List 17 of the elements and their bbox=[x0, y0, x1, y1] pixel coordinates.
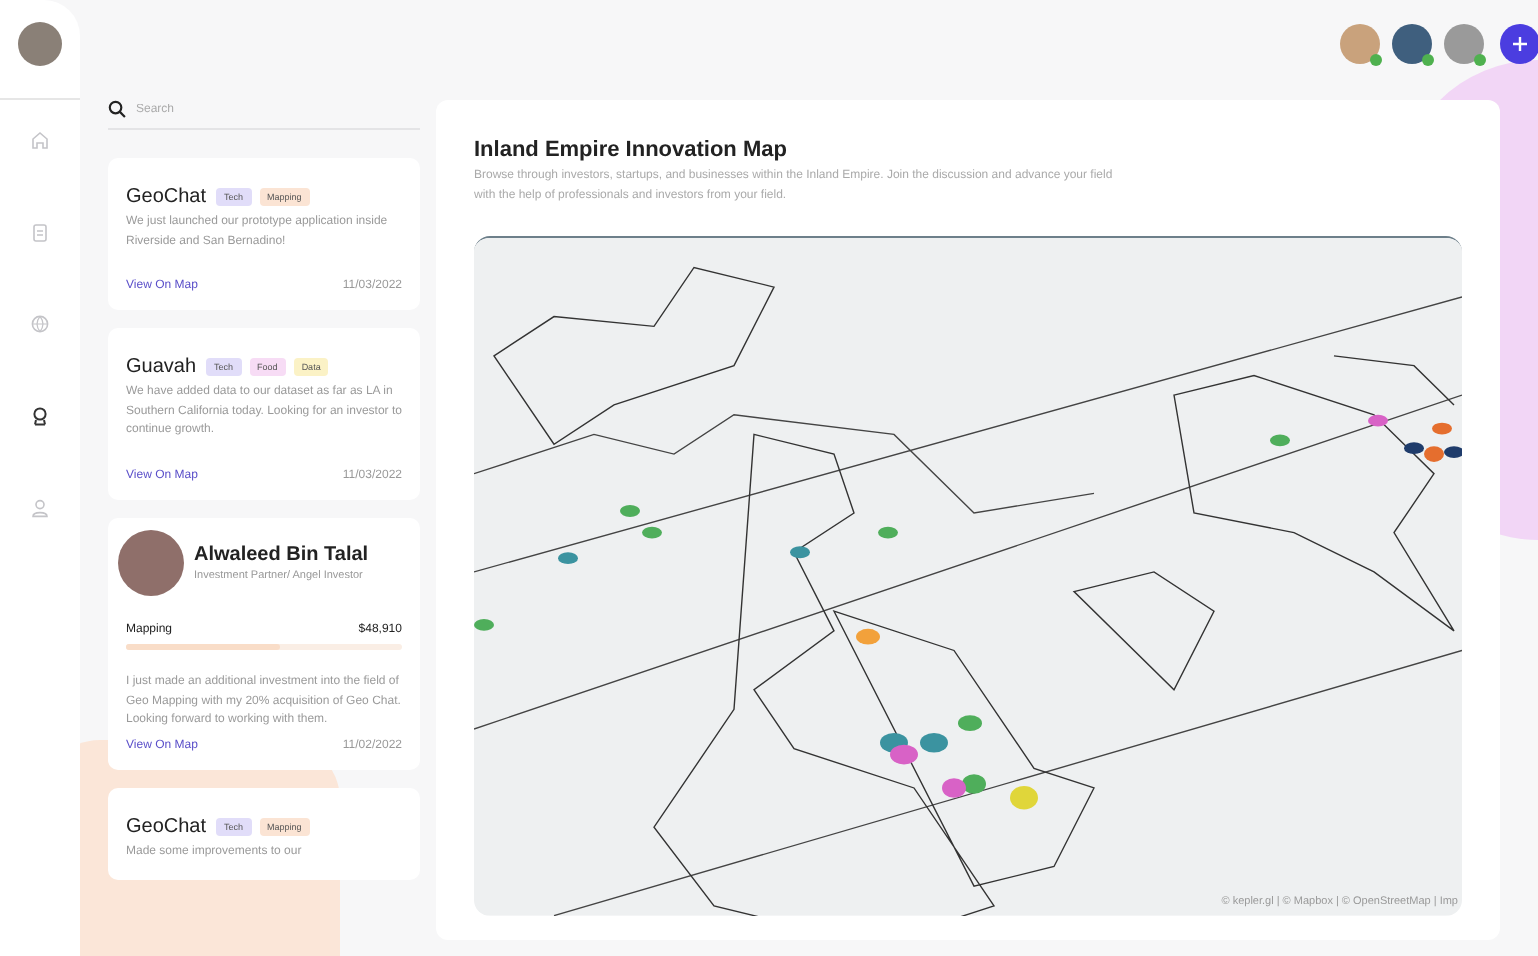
avatar bbox=[118, 529, 184, 596]
award-icon bbox=[30, 406, 50, 426]
search-icon bbox=[108, 100, 126, 118]
user-avatar[interactable] bbox=[1444, 23, 1484, 63]
user-avatar[interactable] bbox=[1392, 23, 1432, 63]
avatar bbox=[18, 22, 62, 66]
user-icon bbox=[30, 498, 50, 518]
panel-title: Inland Empire Innovation Map bbox=[474, 138, 789, 162]
investor-name: Alwaleed Bin Talal bbox=[194, 543, 369, 566]
home-icon bbox=[30, 130, 50, 150]
plus-icon bbox=[1512, 35, 1528, 51]
post-title: GeoChat bbox=[126, 186, 207, 208]
clipboard-icon bbox=[30, 222, 50, 242]
post-title: Guavah bbox=[126, 356, 197, 379]
globe-icon bbox=[30, 314, 50, 334]
post-title: GeoChat bbox=[126, 815, 207, 838]
add-button[interactable] bbox=[1500, 23, 1538, 63]
